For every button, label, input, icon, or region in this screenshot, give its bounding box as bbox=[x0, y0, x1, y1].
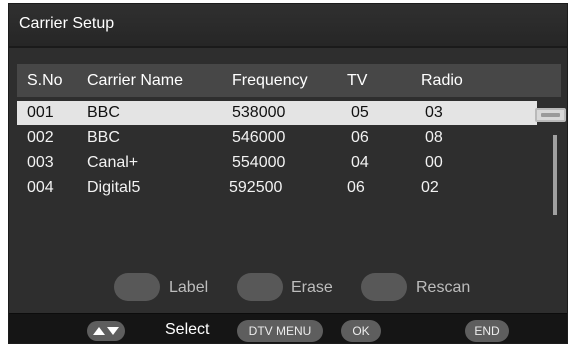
erase-action-text: Erase bbox=[291, 279, 333, 296]
cell-tv: 06 bbox=[351, 129, 369, 146]
carrier-row[interactable]: 004 Digital5 592500 06 02 bbox=[17, 176, 537, 200]
cell-frequency: 592500 bbox=[229, 179, 283, 196]
cell-sno: 003 bbox=[27, 154, 54, 171]
column-header-radio: Radio bbox=[421, 72, 463, 89]
label-action-text: Label bbox=[169, 279, 209, 296]
cell-tv: 05 bbox=[351, 104, 369, 121]
cell-frequency: 546000 bbox=[232, 129, 286, 146]
up-down-arrows-icon[interactable] bbox=[87, 321, 125, 341]
cell-carrier-name: BBC bbox=[87, 129, 120, 146]
cell-frequency: 538000 bbox=[232, 104, 286, 121]
carrier-row[interactable]: 002 BBC 546000 06 08 bbox=[17, 126, 537, 150]
select-hint: Select bbox=[165, 321, 210, 338]
cell-radio: 08 bbox=[425, 129, 443, 146]
cell-radio: 03 bbox=[425, 104, 443, 121]
cell-carrier-name: BBC bbox=[87, 104, 120, 121]
title-bar: Carrier Setup bbox=[9, 4, 567, 48]
end-button[interactable]: END bbox=[465, 320, 509, 342]
column-header-carrier-name: Carrier Name bbox=[87, 72, 184, 89]
column-header-sno: S.No bbox=[27, 72, 63, 89]
cell-radio: 02 bbox=[421, 179, 439, 196]
cell-radio: 00 bbox=[425, 154, 443, 171]
ok-button[interactable]: OK bbox=[341, 320, 381, 342]
dtv-menu-button[interactable]: DTV MENU bbox=[237, 320, 323, 342]
erase-key-icon bbox=[237, 273, 283, 301]
scrollbar-thumb[interactable] bbox=[535, 108, 566, 122]
cell-tv: 06 bbox=[347, 179, 365, 196]
cell-carrier-name: Canal+ bbox=[87, 154, 139, 171]
window-title: Carrier Setup bbox=[19, 15, 115, 32]
column-header-frequency: Frequency bbox=[232, 72, 308, 89]
carrier-row[interactable]: 001 BBC 538000 05 03 bbox=[17, 101, 537, 125]
cell-sno: 004 bbox=[27, 179, 54, 196]
rescan-action-text: Rescan bbox=[416, 279, 471, 296]
cell-sno: 002 bbox=[27, 129, 54, 146]
column-header-tv: TV bbox=[347, 72, 368, 89]
table-header: S.No Carrier Name Frequency TV Radio bbox=[17, 64, 561, 97]
carrier-row[interactable]: 003 Canal+ 554000 04 00 bbox=[17, 151, 537, 175]
cell-carrier-name: Digital5 bbox=[87, 179, 141, 196]
footer-bar: Select DTV MENU OK END bbox=[9, 313, 567, 343]
carrier-setup-window: Carrier Setup S.No Carrier Name Frequenc… bbox=[8, 3, 568, 344]
cell-frequency: 554000 bbox=[232, 154, 286, 171]
rescan-key-icon bbox=[361, 273, 407, 301]
scrollbar-track[interactable] bbox=[553, 135, 557, 215]
cell-sno: 001 bbox=[27, 104, 54, 121]
cell-tv: 04 bbox=[351, 154, 369, 171]
label-key-icon bbox=[114, 273, 160, 301]
